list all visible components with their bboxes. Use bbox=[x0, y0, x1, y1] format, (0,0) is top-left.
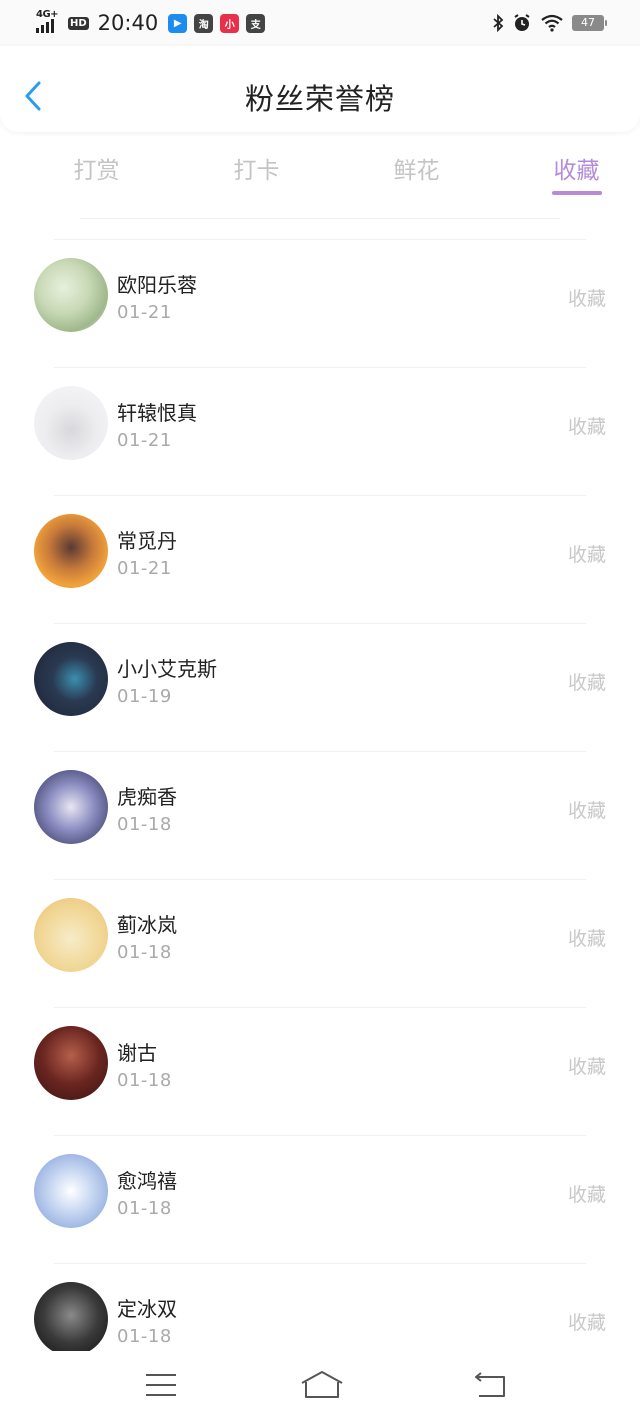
list-item[interactable]: 蓟冰岚 01-18 收藏 bbox=[34, 879, 606, 1007]
bluetooth-icon bbox=[493, 14, 504, 32]
illustrated-woman-avatar[interactable] bbox=[34, 898, 108, 972]
fan-date: 01-18 bbox=[117, 1198, 172, 1219]
floral-pattern-avatar[interactable] bbox=[34, 258, 108, 332]
fan-list: 欧阳乐蓉 01-21 收藏 轩辕恨真 01-21 收藏 常觅丹 01-21 收藏 小小艾克斯 01-… bbox=[0, 239, 640, 1391]
list-item[interactable]: 愈鸿禧 01-18 收藏 bbox=[34, 1135, 606, 1263]
collect-label: 收藏 bbox=[567, 928, 606, 950]
list-item-content: 虎痴香 01-18 收藏 bbox=[34, 770, 606, 846]
list-item[interactable]: 谢古 01-18 收藏 bbox=[34, 1007, 606, 1135]
status-time: 20:40 bbox=[97, 11, 159, 35]
collect-label: 收藏 bbox=[567, 416, 606, 438]
list-item-content: 谢古 01-18 收藏 bbox=[34, 1026, 606, 1102]
taobao-icon: 淘 bbox=[194, 13, 214, 33]
list-item-content: 愈鸿禧 01-18 收藏 bbox=[34, 1154, 606, 1230]
fan-date: 01-18 bbox=[117, 942, 172, 963]
system-nav-bar bbox=[0, 1351, 640, 1423]
list-item-content: 蓟冰岚 01-18 收藏 bbox=[34, 898, 606, 974]
tab-1[interactable]: 打卡 bbox=[193, 145, 320, 205]
alarm-icon bbox=[514, 14, 530, 31]
alipay-icon: 支 bbox=[246, 13, 266, 33]
tab-3[interactable]: 收藏 bbox=[513, 145, 640, 205]
list-item-content: 常觅丹 01-21 收藏 bbox=[34, 514, 606, 590]
fan-name: 定冰双 bbox=[117, 1297, 177, 1321]
tab-0[interactable]: 打赏 bbox=[33, 145, 160, 205]
list-item[interactable]: 常觅丹 01-21 收藏 bbox=[34, 495, 606, 623]
home-icon bbox=[301, 1371, 343, 1398]
fan-date: 01-21 bbox=[117, 430, 172, 451]
page-header: 粉丝荣誉榜 bbox=[0, 46, 640, 132]
fan-name: 轩辕恨真 bbox=[117, 401, 197, 425]
tab-2[interactable]: 鲜花 bbox=[353, 145, 480, 205]
menu-icon bbox=[146, 1374, 176, 1396]
status-right: 47 bbox=[492, 10, 607, 36]
battery-icon: 47 bbox=[572, 15, 607, 31]
list-item-content: 轩辕恨真 01-21 收藏 bbox=[34, 386, 606, 462]
dark-photo-avatar[interactable] bbox=[34, 1282, 108, 1356]
menu-button[interactable] bbox=[141, 1369, 181, 1401]
fan-name: 谢古 bbox=[117, 1041, 157, 1065]
list-item-content: 定冰双 01-18 收藏 bbox=[34, 1282, 606, 1358]
photo-portrait-avatar[interactable] bbox=[34, 1026, 108, 1100]
collect-label: 收藏 bbox=[567, 800, 606, 822]
back-nav-button[interactable] bbox=[470, 1369, 510, 1401]
back-icon bbox=[475, 1372, 505, 1397]
collect-label: 收藏 bbox=[567, 672, 606, 694]
fan-date: 01-21 bbox=[117, 302, 172, 323]
page-title: 粉丝荣誉榜 bbox=[244, 82, 395, 116]
collect-label: 收藏 bbox=[567, 288, 606, 310]
hd-badge: HD bbox=[68, 16, 89, 30]
collect-label: 收藏 bbox=[567, 544, 606, 566]
fan-date: 01-18 bbox=[117, 1326, 172, 1347]
cartoon-elephant-avatar[interactable] bbox=[34, 386, 108, 460]
collect-label: 收藏 bbox=[567, 1056, 606, 1078]
fan-date: 01-19 bbox=[117, 686, 172, 707]
list-item[interactable]: 轩辕恨真 01-21 收藏 bbox=[34, 367, 606, 495]
anime-character-avatar[interactable] bbox=[34, 770, 108, 844]
status-bar: 4G+ HD 20:40 ▶ 淘小支 47 bbox=[0, 0, 640, 46]
list-item-content: 欧阳乐蓉 01-21 收藏 bbox=[34, 258, 606, 334]
home-button[interactable] bbox=[300, 1369, 344, 1401]
list-item-content: 小小艾克斯 01-19 收藏 bbox=[34, 642, 606, 718]
collect-label: 收藏 bbox=[567, 1184, 606, 1206]
collect-label: 收藏 bbox=[567, 1312, 606, 1334]
fan-name: 常觅丹 bbox=[117, 529, 177, 553]
fan-name: 愈鸿禧 bbox=[117, 1169, 177, 1193]
list-item[interactable]: 虎痴香 01-18 收藏 bbox=[34, 751, 606, 879]
fan-name: 欧阳乐蓉 bbox=[117, 273, 197, 297]
fan-name: 蓟冰岚 bbox=[117, 913, 177, 937]
notification-icons: ▶ 淘小支 bbox=[168, 13, 266, 33]
list-item[interactable]: 欧阳乐蓉 01-21 收藏 bbox=[34, 239, 606, 367]
divider bbox=[80, 218, 560, 219]
fan-date: 01-18 bbox=[117, 1070, 172, 1091]
signal-icon: 4G+ bbox=[36, 9, 62, 33]
sky-photo-avatar[interactable] bbox=[34, 1154, 108, 1228]
status-left: 4G+ HD 20:40 ▶ 淘小支 bbox=[36, 9, 266, 36]
fan-name: 虎痴香 bbox=[117, 785, 177, 809]
fan-date: 01-21 bbox=[117, 558, 172, 579]
dark-creature-avatar[interactable] bbox=[34, 642, 108, 716]
wifi-icon bbox=[541, 14, 563, 32]
tab-bar: 打赏 打卡 鲜花 收藏 bbox=[0, 145, 640, 205]
network-type: 4G+ bbox=[36, 9, 59, 20]
anime-girl-avatar[interactable] bbox=[34, 514, 108, 588]
fan-date: 01-18 bbox=[117, 814, 172, 835]
video-app-icon: ▶ bbox=[168, 13, 188, 33]
list-item[interactable]: 小小艾克斯 01-19 收藏 bbox=[34, 623, 606, 751]
mini-program-icon: 小 bbox=[220, 13, 240, 33]
fan-name: 小小艾克斯 bbox=[117, 657, 217, 681]
